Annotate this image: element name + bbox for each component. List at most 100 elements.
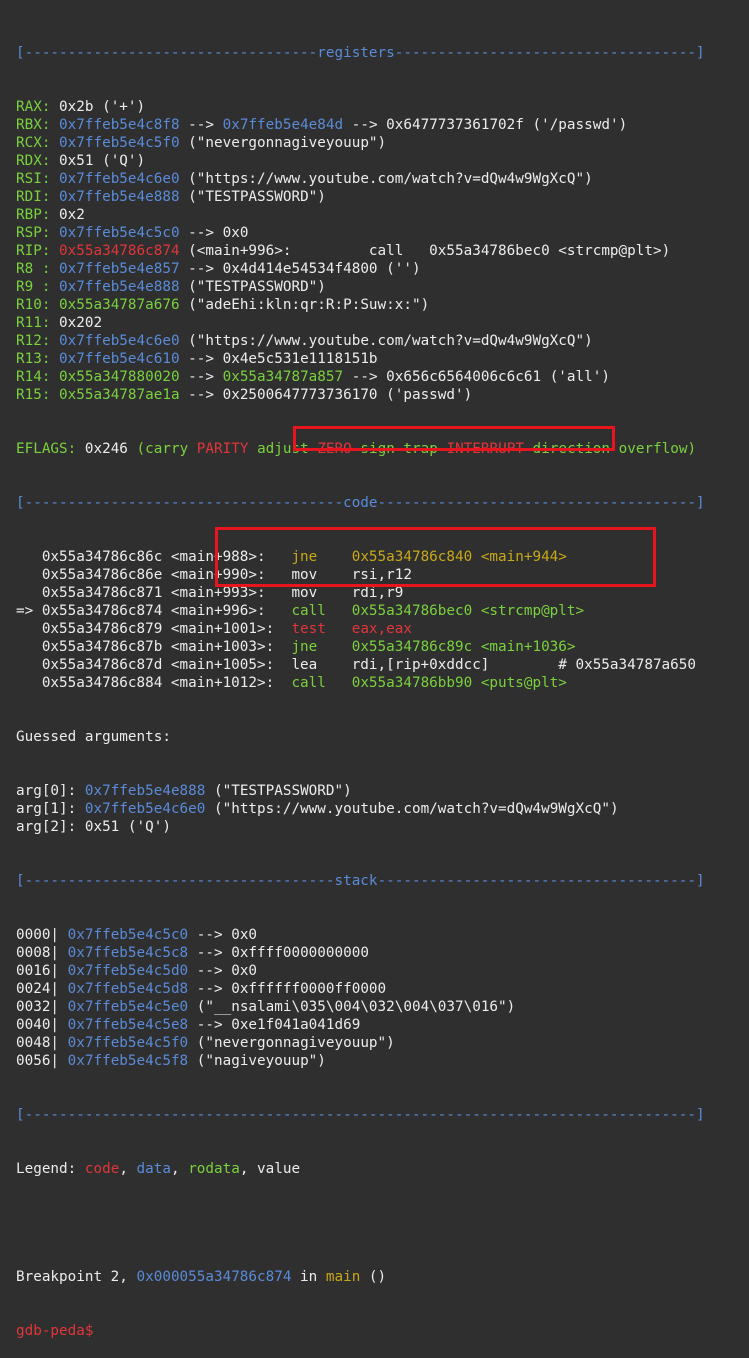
text-segment: 0x7ffeb5e4c5c0: [59, 225, 180, 241]
text-segment: 0x7ffeb5e4c5d0: [67, 963, 189, 979]
text-segment: [50, 243, 59, 259]
text-segment: --> 0x6477737361702f ('/passwd'): [343, 117, 628, 133]
text-segment: 0x55a34786c871 <main+993>: mov rdi,r9: [16, 585, 404, 601]
argument-line: arg[0]: 0x7ffeb5e4e888 ("TESTPASSWORD"): [16, 782, 749, 800]
text-segment: 0x7ffeb5e4c5f0: [59, 135, 180, 151]
text-segment: ("TESTPASSWORD"): [179, 189, 326, 205]
register-name: RDX:: [16, 153, 51, 169]
text-segment: --> 0xe1f041a041d69: [188, 1017, 361, 1033]
text-segment: test eax,eax: [291, 621, 412, 637]
code-section: 0x55a34786c86c <main+988>: jne 0x55a3478…: [16, 548, 749, 692]
text-segment: Legend:: [16, 1161, 85, 1177]
text-segment: ,: [170, 1161, 189, 1177]
text-segment: 0x55a34787a857: [222, 369, 344, 385]
register-name: R13:: [16, 351, 51, 367]
text-segment: 0x7ffeb5e4c5f0: [67, 1035, 189, 1051]
text-segment: ,: [119, 1161, 137, 1177]
registers-section: RAX: 0x2b ('+') RBX: 0x7ffeb5e4c8f8 --> 0…: [16, 98, 749, 404]
text-segment: --> 0x4d414e54534f4800 (''): [179, 261, 421, 277]
text-segment: 0x7ffeb5e4c6e0: [59, 171, 180, 187]
text-segment: ("nevergonnagiveyouup"): [179, 135, 387, 151]
text-segment: ("TESTPASSWORD"): [205, 783, 352, 799]
register-name: RBX:: [16, 117, 51, 133]
text-segment: arg[0]:: [16, 783, 85, 799]
register-line: RDI: 0x7ffeb5e4e888 ("TESTPASSWORD"): [16, 188, 749, 206]
text-segment: ZERO: [317, 441, 361, 457]
stack-line: 0048| 0x7ffeb5e4c5f0 ("nevergonnagiveyou…: [16, 1034, 749, 1052]
text-segment: PARITY: [196, 441, 258, 457]
register-name: RSP:: [16, 225, 51, 241]
text-segment: => 0x55a34786c874 <main+996>:: [16, 603, 292, 619]
text-segment: [50, 225, 59, 241]
text-segment: sign: [360, 441, 404, 457]
text-segment: [50, 261, 59, 277]
argument-line: arg[2]: 0x51 ('Q'): [16, 818, 749, 836]
text-segment: ("adeEhi:kln:qr:R:P:Suw:x:"): [179, 297, 430, 313]
text-segment: 0x7ffeb5e4c5e0: [67, 999, 189, 1015]
stack-line: 0000| 0x7ffeb5e4c5c0 --> 0x0: [16, 926, 749, 944]
eflags-name: EFLAGS:: [16, 441, 77, 457]
text-segment: rodata: [188, 1161, 240, 1177]
text-segment: 0x7ffeb5e4c6e0: [84, 801, 206, 817]
text-segment: [50, 351, 59, 367]
code-line: 0x55a34786c87b <main+1003>: jne 0x55a347…: [16, 638, 749, 656]
text-segment: 0x51 ('Q'): [50, 153, 146, 169]
text-segment: 0x7ffeb5e4e857: [59, 261, 180, 277]
code-line: 0x55a34786c87d <main+1005>: lea rdi,[rip…: [16, 656, 749, 674]
code-line: 0x55a34786c86c <main+988>: jne 0x55a3478…: [16, 548, 749, 566]
text-segment: adjust: [257, 441, 318, 457]
terminal-window[interactable]: [----------------------------------regis…: [0, 0, 749, 1339]
text-segment: in: [291, 1269, 326, 1285]
register-line: RDX: 0x51 ('Q'): [16, 152, 749, 170]
text-segment: 0x7ffeb5e4e888: [59, 279, 180, 295]
text-segment: 0x7ffeb5e4e888: [84, 783, 206, 799]
register-name: RIP:: [16, 243, 51, 259]
text-segment: call 0x55a34786bb90 <puts@plt>: [291, 675, 567, 691]
register-name: RSI:: [16, 171, 51, 187]
end-separator: [---------------------------------------…: [16, 1107, 705, 1123]
registers-separator: [----------------------------------regis…: [16, 45, 705, 61]
text-segment: ("TESTPASSWORD"): [179, 279, 326, 295]
register-line: RSP: 0x7ffeb5e4c5c0 --> 0x0: [16, 224, 749, 242]
text-segment: [50, 135, 59, 151]
text-segment: 0x55a34786c87b <main+1003>:: [16, 639, 292, 655]
stack-line: 0040| 0x7ffeb5e4c5e8 --> 0xe1f041a041d69: [16, 1016, 749, 1034]
register-name: R8 :: [16, 261, 51, 277]
eflags-line: EFLAGS: 0x246 (carry PARITY adjust ZERO …: [16, 440, 749, 458]
register-line: R14: 0x55a347880020 --> 0x55a34787a857 -…: [16, 368, 749, 386]
text-segment: , value: [239, 1161, 301, 1177]
text-segment: 0056|: [16, 1053, 68, 1069]
text-segment: trap: [403, 441, 447, 457]
text-segment: --> 0x0: [188, 963, 258, 979]
text-segment: 0x246: [76, 441, 137, 457]
text-segment: --> 0x0: [179, 225, 249, 241]
text-segment: ("https://www.youtube.com/watch?v=dQw4w9…: [179, 171, 593, 187]
text-segment: [50, 117, 59, 133]
text-segment: 0040|: [16, 1017, 68, 1033]
gdb-prompt[interactable]: gdb-peda$: [16, 1322, 749, 1340]
register-line: RCX: 0x7ffeb5e4c5f0 ("nevergonnagiveyouu…: [16, 134, 749, 152]
text-segment: code: [84, 1161, 120, 1177]
text-segment: --> 0x4e5c531e1118151b: [179, 351, 378, 367]
register-line: RBX: 0x7ffeb5e4c8f8 --> 0x7ffeb5e4e84d -…: [16, 116, 749, 134]
text-segment: 0x7ffeb5e4e888: [59, 189, 180, 205]
stack-line: 0032| 0x7ffeb5e4c5e0 ("__nsalami\035\004…: [16, 998, 749, 1016]
text-segment: 0x7ffeb5e4c610: [59, 351, 180, 367]
text-segment: [50, 369, 59, 385]
text-segment: jne 0x55a34786c89c <main+1036>: [291, 639, 576, 655]
text-segment: 0x55a347880020: [59, 369, 180, 385]
text-segment: ("nagiveyouup"): [188, 1053, 326, 1069]
stack-line: 0016| 0x7ffeb5e4c5d0 --> 0x0: [16, 962, 749, 980]
text-segment: (<main+996>: call 0x55a34786bec0 <strcmp…: [179, 243, 671, 259]
register-name: RAX:: [16, 99, 51, 115]
code-line: 0x55a34786c884 <main+1012>: call 0x55a34…: [16, 674, 749, 692]
register-line: R8 : 0x7ffeb5e4e857 --> 0x4d414e54534f48…: [16, 260, 749, 278]
register-name: RBP:: [16, 207, 51, 223]
text-segment: 0x7ffeb5e4c6e0: [59, 333, 180, 349]
stack-line: 0056| 0x7ffeb5e4c5f8 ("nagiveyouup"): [16, 1052, 749, 1070]
register-name: R12:: [16, 333, 51, 349]
text-segment: ("https://www.youtube.com/watch?v=dQw4w9…: [179, 333, 593, 349]
text-segment: call 0x55a34786bec0 <strcmp@plt>: [291, 603, 585, 619]
text-segment: --> 0x656c6564006c6c61 ('all'): [343, 369, 610, 385]
